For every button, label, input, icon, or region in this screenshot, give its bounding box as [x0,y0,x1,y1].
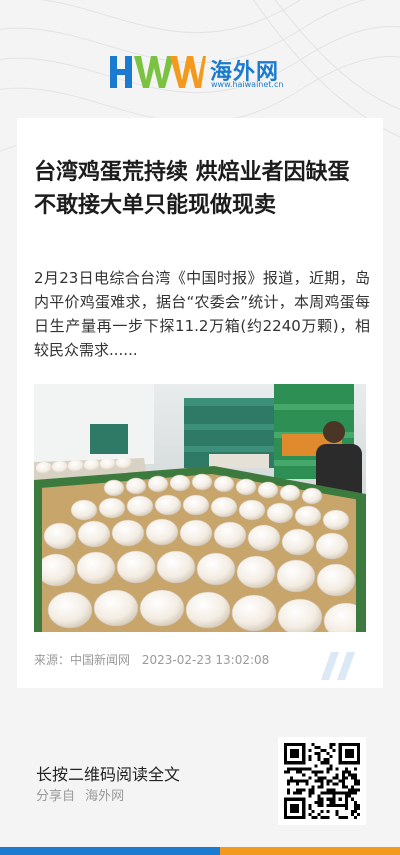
article-datetime: 2023-02-23 13:02:08 [141,653,270,667]
share-prefix: 分享自 [36,789,76,804]
share-footer: 长按二维码阅读全文 分享自 海外网 [0,715,400,855]
read-full-cta: 长按二维码阅读全文 [36,765,181,784]
share-source: 分享自 海外网 [36,785,124,804]
share-site: 海外网 [85,789,125,804]
article-title: 台湾鸡蛋荒持续 烘焙业者因缺蛋不敢接大单只能现做现卖 [34,159,350,218]
article-source: 来源：中国新闻网 [34,653,131,667]
article-card[interactable]: 台湾鸡蛋荒持续 烘焙业者因缺蛋不敢接大单只能现做现卖 2月23日电综合台湾《中国… [17,118,383,688]
article-photo [34,384,366,632]
decorative-slashes-icon [321,652,355,680]
logo-url: www.haiwainet.cn [211,80,284,89]
egg-crates-photo [34,384,366,632]
hww-logo-mark [110,56,206,88]
site-header: 海外网 www.haiwainet.cn [0,0,400,118]
qr-code-icon[interactable] [278,737,366,825]
brand-color-bar [0,847,400,855]
haiwainet-logo[interactable]: 海外网 www.haiwainet.cn [110,50,300,94]
article-summary: 2月23日电综合台湾《中国时报》报道，近期，岛内平价鸡蛋难求，据台“农委会”统计… [34,269,370,359]
